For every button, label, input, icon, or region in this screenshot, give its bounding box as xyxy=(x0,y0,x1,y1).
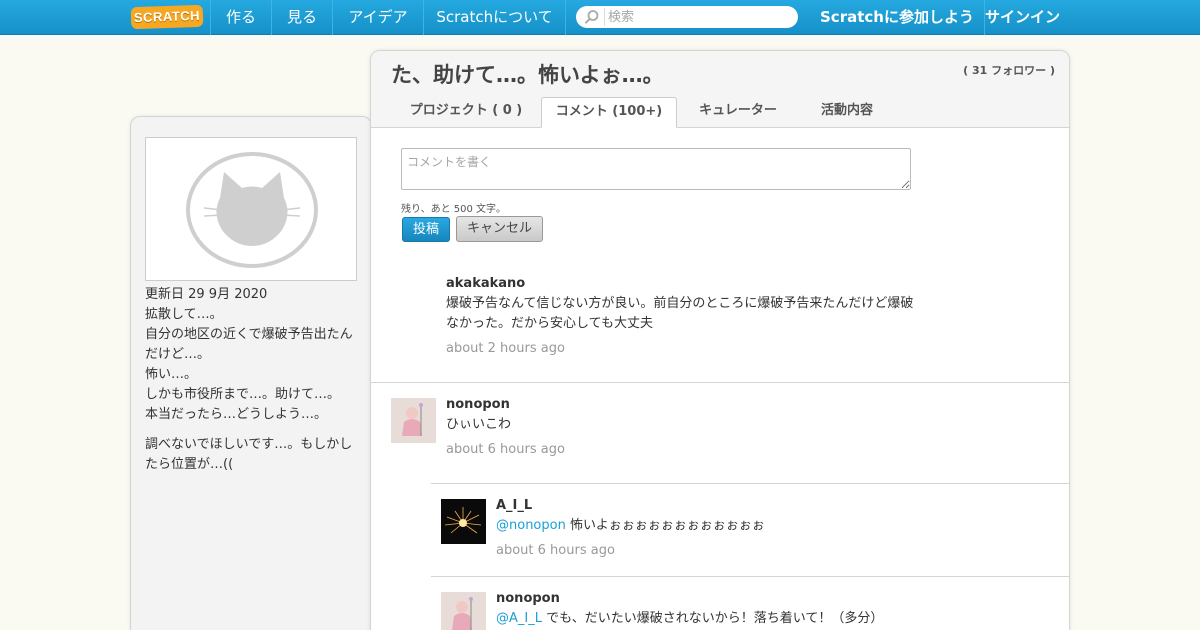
default-cat-avatar-icon xyxy=(186,152,318,268)
chars-remaining: 残り、あと 500 文字。 xyxy=(401,204,507,215)
page-title: た、助けて…。怖いよぉ…。 xyxy=(391,63,664,87)
top-nav: SCRATCH 作る 見る アイデア Scratchについて Scratchに参… xyxy=(0,0,1200,35)
nav-create[interactable]: 作る xyxy=(210,0,271,35)
comment: nonopon @A_I_L でも、だいたい爆破されないから！落ち着いて！（多分… xyxy=(496,591,976,629)
comment-divider xyxy=(371,382,1069,383)
search-icon[interactable] xyxy=(584,9,600,25)
follower-count[interactable]: ( 31 フォロワー ) xyxy=(963,62,1055,78)
scratch-logo[interactable]: SCRATCH xyxy=(130,4,204,30)
profile-card: 更新日 29 9月 2020 拡散して…。 自分の地区の近くで爆破予告出たんだけ… xyxy=(130,116,372,630)
comment: A_I_L @nonopon 怖いよぉぉぉぉぉぉぉぉぉぉぉぉ about 6 h… xyxy=(496,498,976,558)
comment-input[interactable] xyxy=(401,148,911,190)
sign-in-link[interactable]: サインイン xyxy=(975,0,1070,35)
comment: nonopon ひぃいこわ about 6 hours ago xyxy=(446,397,926,457)
comment-time: about 6 hours ago xyxy=(496,543,615,558)
comment-body: 怖いよぉぉぉぉぉぉぉぉぉぉぉぉ xyxy=(565,518,765,533)
user-avatar[interactable] xyxy=(441,592,486,630)
comment-text: @nonopon 怖いよぉぉぉぉぉぉぉぉぉぉぉぉ xyxy=(496,516,976,536)
user-avatar[interactable] xyxy=(391,398,436,443)
nav-explore[interactable]: 見る xyxy=(271,0,332,35)
nav-ideas[interactable]: アイデア xyxy=(332,0,423,35)
user-avatar[interactable] xyxy=(441,499,486,544)
cancel-button[interactable]: キャンセル xyxy=(456,216,543,242)
join-scratch-link[interactable]: Scratchに参加しよう xyxy=(810,0,985,35)
comment-body: でも、だいたい爆破されないから！落ち着いて！（多分） xyxy=(541,611,884,626)
search-divider xyxy=(604,8,605,26)
nav-about[interactable]: Scratchについて xyxy=(423,0,566,35)
comment-username[interactable]: nonopon xyxy=(496,591,976,606)
profile-avatar xyxy=(145,137,357,281)
comment-text: @A_I_L でも、だいたい爆破されないから！落ち着いて！（多分） xyxy=(496,609,976,629)
comment-username[interactable]: nonopon xyxy=(446,397,926,412)
mention-link[interactable]: @nonopon xyxy=(496,518,566,533)
comment-text: 爆破予告なんて信じない方が良い。前自分のところに爆破予告来たんだけど爆破なかった… xyxy=(446,296,914,331)
search-input[interactable] xyxy=(608,8,788,26)
search-box xyxy=(576,6,798,28)
profile-bio: 拡散して…。 自分の地区の近くで爆破予告出たんだけど…。 怖い…。 しかも市役所… xyxy=(145,305,359,485)
comment-time: about 2 hours ago xyxy=(446,341,565,356)
comment-username[interactable]: A_I_L xyxy=(496,498,976,513)
mention-link[interactable]: @A_I_L xyxy=(496,611,542,626)
comment-text: ひぃいこわ xyxy=(446,417,512,432)
main-panel: た、助けて…。怖いよぉ…。 ( 31 フォロワー ) プロジェクト ( 0 ) … xyxy=(370,50,1070,630)
comment-username[interactable]: akakakano xyxy=(446,276,926,291)
panel-header: た、助けて…。怖いよぉ…。 ( 31 フォロワー ) プロジェクト ( 0 ) … xyxy=(371,51,1069,128)
comment-time: about 6 hours ago xyxy=(446,442,565,457)
reply-divider xyxy=(431,483,1069,484)
bio-paragraph: 拡散して…。 自分の地区の近くで爆破予告出たんだけど…。 怖い…。 しかも市役所… xyxy=(145,307,353,422)
reply-divider xyxy=(431,576,1069,577)
tab-activity[interactable]: 活動内容 xyxy=(801,97,893,127)
tab-comments[interactable]: コメント (100+) xyxy=(541,97,677,128)
bio-paragraph: 調べないでほしいです…。もしかしたら位置が…(( xyxy=(145,437,353,472)
post-button[interactable]: 投稿 xyxy=(402,217,450,242)
updated-date: 更新日 29 9月 2020 xyxy=(145,287,268,302)
tab-curator[interactable]: キュレーター xyxy=(687,97,789,127)
comment: akakakano 爆破予告なんて信じない方が良い。前自分のところに爆破予告来た… xyxy=(446,276,926,356)
tab-projects[interactable]: プロジェクト ( 0 ) xyxy=(401,97,531,127)
